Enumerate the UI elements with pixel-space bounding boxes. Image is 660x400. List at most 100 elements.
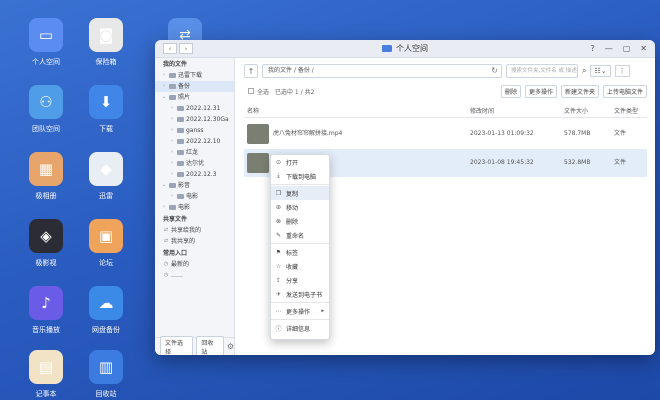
recycle-bin-button[interactable]: 回收站 <box>196 335 224 355</box>
sidebar-item[interactable]: › 电影 <box>155 191 234 202</box>
desktop-icon[interactable]: ▦ 极相册 <box>14 152 78 201</box>
chevron-icon[interactable]: › <box>169 125 175 136</box>
desktop-icon[interactable]: ◈ 极影视 <box>14 219 78 268</box>
menu-item[interactable]: ⊙ 打开 <box>271 155 329 169</box>
sidebar-item[interactable]: › 2022.12.30Ga <box>155 114 234 125</box>
chevron-icon[interactable]: ⌄ <box>161 180 167 191</box>
minimize-button[interactable]: — <box>605 44 613 53</box>
desktop-icon[interactable]: ♪ 音乐播放 <box>14 286 78 335</box>
sidebar-item[interactable]: › 2022.12.31 <box>155 103 234 114</box>
menu-item[interactable]: ✈ 发送到电子书 <box>271 287 329 301</box>
chevron-icon[interactable]: ⌄ <box>161 92 167 103</box>
header-type[interactable]: 文件类型 <box>614 106 638 118</box>
chevron-icon[interactable]: › <box>161 70 167 81</box>
sidebar-section-my-files[interactable]: 我的文件 <box>155 60 234 70</box>
menu-item-label: 重命名 <box>286 232 305 240</box>
sidebar-item[interactable]: › 备份 <box>155 81 234 92</box>
menu-item-icon: ⚑ <box>275 248 282 256</box>
desktop-icon[interactable]: ▥ 回收站 <box>74 350 138 399</box>
chevron-icon[interactable]: › <box>169 169 175 180</box>
address-bar: ↑ 我的文件 / 备份 / ↻ 搜索文件夹,文件名 或 描述 ⌕ ☷⌄ ⋮ <box>244 64 647 78</box>
sidebar-item-label: 影音 <box>178 182 191 189</box>
sidebar-item[interactable]: ⌄ 影音 <box>155 180 234 191</box>
file-selector-button[interactable]: 文件选择 <box>160 335 194 355</box>
search-input[interactable]: 搜索文件夹,文件名 或 描述 <box>506 64 578 78</box>
sidebar-item[interactable]: ⇄ 共享给我的 <box>155 225 234 236</box>
menu-item[interactable]: ⋯ 更多操作 ▸ <box>271 304 329 318</box>
menu-item[interactable]: ⤓ 下载到电脑 <box>271 169 329 183</box>
window-title: 个人空间 <box>396 44 428 53</box>
folder-icon <box>169 95 176 100</box>
sidebar-item[interactable]: › 迅雷下载 <box>155 70 234 81</box>
sidebar-section-frequent[interactable]: 常用入口 <box>155 249 234 259</box>
back-button[interactable]: ‹ <box>163 43 177 54</box>
menu-item[interactable]: ⊗ 删除 <box>271 214 329 228</box>
header-size[interactable]: 文件大小 <box>564 106 588 118</box>
chevron-icon[interactable]: › <box>169 136 175 147</box>
gear-icon[interactable]: ⚙ <box>227 342 234 351</box>
folder-icon <box>169 183 176 188</box>
path-field[interactable]: 我的文件 / 备份 / ↻ <box>262 64 502 78</box>
more-actions-button[interactable]: 更多操作 <box>524 84 557 98</box>
menu-item-label: 收藏 <box>286 263 299 271</box>
sidebar-item[interactable]: › ganss <box>155 125 234 136</box>
chevron-icon[interactable]: › <box>169 158 175 169</box>
chevron-icon[interactable]: › <box>161 81 167 92</box>
app-icon: ⚇ <box>29 85 63 119</box>
sidebar-item[interactable]: ◷…… <box>155 270 234 281</box>
chevron-icon[interactable]: › <box>161 202 167 213</box>
menu-item-icon: ❐ <box>275 189 282 197</box>
desktop-icon[interactable]: ▣ 论坛 <box>74 219 138 268</box>
help-icon[interactable]: ? <box>590 44 594 53</box>
header-modified[interactable]: 修改时间 <box>470 106 494 118</box>
menu-item-label: 删除 <box>286 218 299 226</box>
search-icon[interactable]: ⌕ <box>582 66 586 76</box>
chevron-icon[interactable]: › <box>169 191 175 202</box>
menu-item[interactable]: ☆ 收藏 <box>271 259 329 273</box>
menu-item[interactable]: ⊛ 移动 <box>271 200 329 214</box>
menu-item[interactable]: ⚑ 标签 <box>271 245 329 259</box>
desktop-icon[interactable]: ◙ 保险箱 <box>74 18 138 67</box>
sidebar-item[interactable]: › 达尔优 <box>155 158 234 169</box>
close-button[interactable]: ✕ <box>640 44 647 53</box>
menu-item-label: 打开 <box>286 159 299 167</box>
sidebar-item[interactable]: ◷ 最新的 <box>155 259 234 270</box>
desktop-icon[interactable]: ⬇ 下载 <box>74 85 138 134</box>
menu-item[interactable]: ⇪ 分享 <box>271 273 329 287</box>
desktop-icon[interactable]: ▭ 个人空间 <box>14 18 78 67</box>
sidebar-item[interactable]: ⇄ 我共享的 <box>155 236 234 247</box>
sidebar-item[interactable]: ⌄ 照片 <box>155 92 234 103</box>
sidebar-item[interactable]: › 2022.12.3 <box>155 169 234 180</box>
maximize-button[interactable]: ▢ <box>623 44 631 53</box>
menu-item[interactable]: ✎ 重命名 <box>271 228 329 242</box>
up-level-button[interactable]: ↑ <box>244 64 258 78</box>
sidebar-section-shared[interactable]: 共享文件 <box>155 215 234 225</box>
chevron-icon[interactable]: › <box>169 147 175 158</box>
desktop-icon[interactable]: ⚇ 团队空间 <box>14 85 78 134</box>
table-row[interactable]: 虎八兔材帘帘解拼接.mp4 2023-01-13 01:09:32 578.7MB 文… <box>244 120 647 148</box>
select-all-checkbox[interactable] <box>248 88 254 94</box>
new-folder-button[interactable]: 新建文件夹 <box>560 84 599 98</box>
more-icon[interactable]: ⋮ <box>614 65 630 77</box>
sidebar-item[interactable]: › 2022.12.10 <box>155 136 234 147</box>
header-name[interactable]: 名称 <box>247 106 259 118</box>
chevron-icon[interactable]: › <box>169 103 175 114</box>
desktop-icon[interactable]: ☁ 网盘备份 <box>74 286 138 335</box>
desktop-icon[interactable]: ◆ 迅雷 <box>74 152 138 201</box>
view-toggle-icon[interactable]: ☷⌄ <box>590 65 611 77</box>
delete-button[interactable]: 删除 <box>500 84 521 98</box>
sidebar-item[interactable]: › 红龙 <box>155 147 234 158</box>
desktop-icon[interactable]: ▤ 记事本 <box>14 350 78 399</box>
folder-icon <box>177 128 184 133</box>
sidebar-item[interactable]: › 电影 <box>155 202 234 213</box>
forward-button[interactable]: › <box>179 43 193 54</box>
chevron-icon[interactable]: › <box>169 114 175 125</box>
menu-item[interactable]: ⓘ 详细信息 <box>271 321 329 335</box>
menu-item-icon: ⤓ <box>277 172 280 179</box>
menu-item[interactable]: ❐ 复制 <box>271 186 329 200</box>
desktop-icon-label: 保险箱 <box>95 58 117 66</box>
sidebar-item-label: 备份 <box>178 83 191 90</box>
file-manager-window: ‹ › 个人空间 ? — ▢ ✕ 我的文件 › 迅雷下载 › 备份 ⌄ 照片 › 2022.1… <box>155 40 655 355</box>
refresh-icon[interactable]: ↻ <box>491 65 498 77</box>
upload-button[interactable]: 上传电脑文件 <box>602 84 647 98</box>
